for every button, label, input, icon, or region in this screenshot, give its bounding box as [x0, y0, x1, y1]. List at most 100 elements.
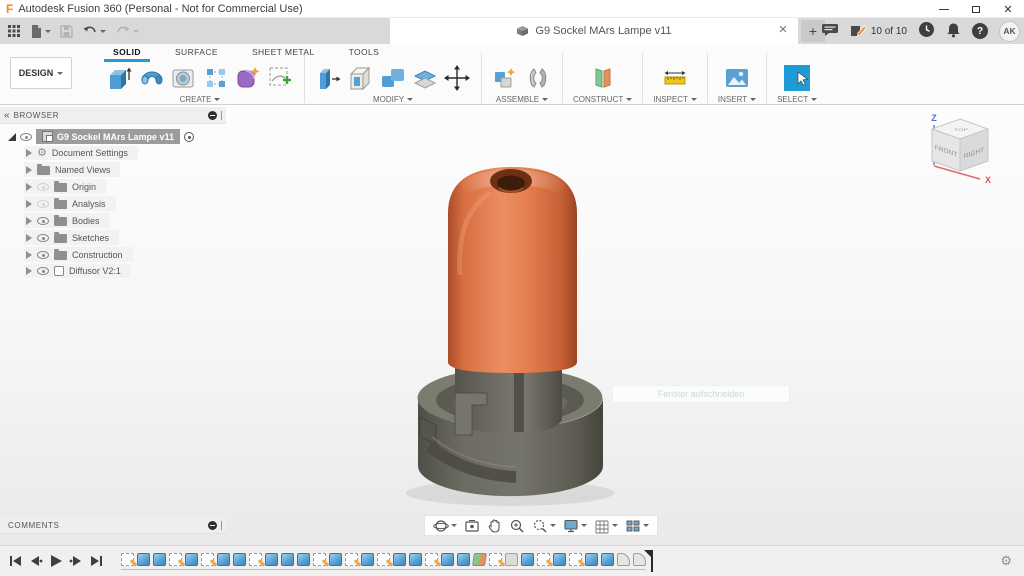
browser-header[interactable]: « BROWSER	[0, 107, 226, 124]
undo-button[interactable]	[82, 25, 106, 38]
zoom-button[interactable]	[509, 518, 525, 534]
expand-arrow-icon[interactable]	[26, 267, 32, 275]
panel-options-icon[interactable]	[208, 111, 217, 120]
timeline-feature-extrude[interactable]	[329, 553, 342, 566]
press-pull-button[interactable]	[315, 64, 343, 92]
browser-item-bodies[interactable]: Bodies	[24, 213, 226, 228]
browser-item-origin[interactable]: Origin	[24, 179, 226, 194]
save-button[interactable]	[60, 25, 73, 38]
collapse-panel-icon[interactable]: «	[4, 110, 10, 121]
expand-arrow-icon[interactable]	[26, 200, 32, 208]
workspace-switcher[interactable]: DESIGN	[10, 57, 72, 89]
app-grid-button[interactable]	[7, 24, 21, 38]
shell-button[interactable]	[347, 64, 375, 92]
expand-arrow-icon[interactable]	[26, 234, 32, 242]
timeline-feature-extrude[interactable]	[361, 553, 374, 566]
group-label-inspect[interactable]: INSPECT	[653, 95, 697, 104]
split-body-button[interactable]	[411, 64, 439, 92]
browser-item-sketches[interactable]: Sketches	[24, 230, 226, 245]
timeline-feature-sketch[interactable]	[201, 553, 214, 566]
expand-arrow-icon[interactable]	[26, 217, 32, 225]
extrude-button[interactable]	[106, 64, 134, 92]
pan-button[interactable]	[487, 518, 502, 534]
group-label-select[interactable]: SELECT	[777, 95, 817, 104]
grid-snap-button[interactable]	[594, 518, 618, 534]
expand-arrow-icon[interactable]	[26, 166, 32, 174]
document-tab[interactable]: G9 Sockel MArs Lampe v11 ✕	[390, 18, 798, 44]
comments-button[interactable]	[821, 23, 839, 40]
look-at-button[interactable]	[464, 518, 480, 534]
viewport-canvas[interactable]: Fenster aufschneiden « BROWSER G9 Sockel…	[0, 105, 1024, 545]
close-button[interactable]: ✕	[992, 0, 1024, 18]
comments-header[interactable]: COMMENTS	[0, 517, 226, 534]
help-button[interactable]: ?	[972, 23, 988, 39]
group-label-create[interactable]: CREATE	[180, 95, 221, 104]
notifications-button[interactable]	[946, 22, 961, 41]
timeline-feature-suppressed[interactable]	[505, 553, 518, 566]
play-button[interactable]	[47, 553, 65, 569]
visibility-eye-icon[interactable]	[37, 217, 49, 225]
joint-button[interactable]	[524, 64, 552, 92]
display-settings-button[interactable]	[563, 518, 587, 534]
timeline-feature-extrude[interactable]	[265, 553, 278, 566]
timeline-feature-extrude[interactable]	[217, 553, 230, 566]
skip-to-end-button[interactable]	[88, 553, 105, 569]
timeline-feature-extrude[interactable]	[137, 553, 150, 566]
create-sketch-button[interactable]	[266, 64, 294, 92]
job-status-button[interactable]: 10 of 10	[850, 24, 907, 38]
insert-button[interactable]	[723, 64, 751, 92]
create-form-button[interactable]	[234, 64, 262, 92]
timeline-feature-sketch[interactable]	[569, 553, 582, 566]
view-cube[interactable]: Z X TOP FRONT RIGHT	[918, 111, 1002, 195]
measure-button[interactable]	[660, 64, 690, 92]
timeline-feature-sketch[interactable]	[537, 553, 550, 566]
timeline-feature-extrude[interactable]	[521, 553, 534, 566]
collapse-arrow-icon[interactable]	[8, 133, 16, 141]
group-label-modify[interactable]: MODIFY	[373, 95, 413, 104]
timeline-settings-gear-icon[interactable]: ⚙	[1000, 553, 1012, 569]
browser-item-document-settings[interactable]: ⚙Document Settings	[24, 146, 226, 160]
panel-options-icon[interactable]	[208, 521, 217, 530]
new-component-button[interactable]	[492, 64, 520, 92]
notifications-clock-button[interactable]	[918, 21, 935, 41]
timeline-feature-extrude[interactable]	[185, 553, 198, 566]
expand-arrow-icon[interactable]	[26, 149, 32, 157]
timeline-feature-extrude[interactable]	[585, 553, 598, 566]
timeline-feature-extrude[interactable]	[457, 553, 470, 566]
visibility-eye-icon[interactable]	[37, 234, 49, 242]
browser-item-diffusor-v2-1[interactable]: Diffusor V2:1	[24, 264, 226, 278]
visibility-eye-icon[interactable]	[37, 267, 49, 275]
step-forward-button[interactable]	[68, 553, 85, 569]
move-button[interactable]	[443, 64, 471, 92]
timeline-feature-extrude[interactable]	[393, 553, 406, 566]
timeline-feature-extrude[interactable]	[297, 553, 310, 566]
timeline-feature-extrude[interactable]	[281, 553, 294, 566]
expand-arrow-icon[interactable]	[26, 183, 32, 191]
timeline-feature-fillet[interactable]	[617, 553, 630, 566]
timeline-feature-extrude[interactable]	[601, 553, 614, 566]
construct-plane-button[interactable]	[589, 64, 617, 92]
step-back-button[interactable]	[27, 553, 44, 569]
timeline-feature-extrude[interactable]	[553, 553, 566, 566]
timeline-feature-sketch[interactable]	[425, 553, 438, 566]
orbit-button[interactable]	[433, 518, 457, 534]
timeline-feature-sketch[interactable]	[313, 553, 326, 566]
file-menu-button[interactable]	[30, 24, 51, 39]
timeline-feature-sketch[interactable]	[121, 553, 134, 566]
hole-button[interactable]	[170, 64, 198, 92]
timeline-feature-extrude[interactable]	[409, 553, 422, 566]
group-label-construct[interactable]: CONSTRUCT	[573, 95, 632, 104]
activate-component-radio[interactable]	[184, 132, 194, 142]
timeline-feature-extrude[interactable]	[441, 553, 454, 566]
group-label-assemble[interactable]: ASSEMBLE	[496, 95, 548, 104]
panel-grip[interactable]	[221, 521, 222, 530]
select-button[interactable]	[783, 64, 811, 92]
timeline-feature-plane[interactable]	[472, 553, 487, 566]
visibility-eye-icon[interactable]	[37, 200, 49, 208]
expand-arrow-icon[interactable]	[26, 251, 32, 259]
browser-item-construction[interactable]: Construction	[24, 247, 226, 262]
visibility-eye-icon[interactable]	[37, 251, 49, 259]
revolve-button[interactable]	[138, 64, 166, 92]
timeline-position-marker[interactable]	[651, 550, 653, 572]
browser-item-analysis[interactable]: Analysis	[24, 196, 226, 211]
